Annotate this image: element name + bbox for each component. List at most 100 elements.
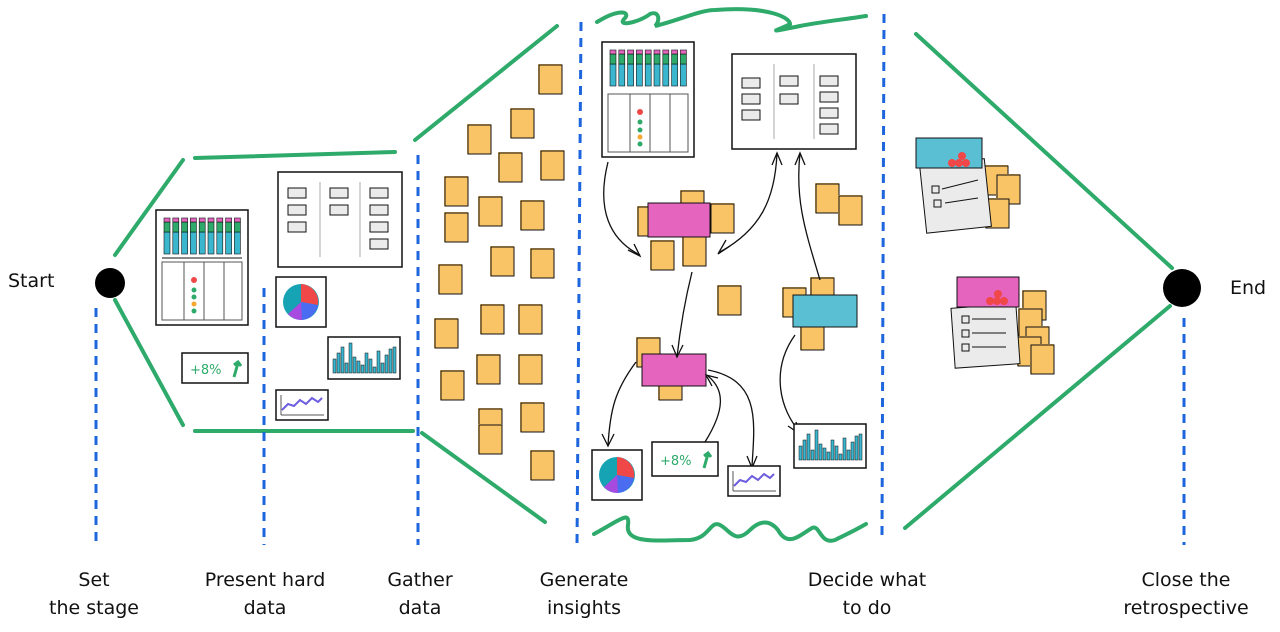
stage-label-generate-insights: Generate insights: [539, 569, 629, 619]
bar-chart-card: [327, 336, 401, 380]
stacked-bar: [671, 49, 678, 87]
stage-label-gather-data: Gather data: [387, 569, 453, 619]
mini-bar: [806, 433, 811, 461]
outline-segment: [193, 150, 397, 160]
pie-chart-card: [275, 276, 327, 328]
stage-label-decide-what-to-do: Decide what to do: [807, 569, 927, 619]
insight-cluster-1: [636, 189, 735, 271]
dashboard-panel-2: [601, 41, 695, 158]
mini-bar: [368, 358, 373, 374]
mini-bar: [830, 439, 835, 461]
dashboard-panel: [155, 209, 249, 326]
sticky-note: [517, 353, 543, 385]
sticky-note: [443, 211, 469, 243]
mini-bar: [850, 441, 855, 461]
mini-bar: [818, 443, 823, 461]
mini-bar: [332, 358, 337, 374]
wavy-top: [595, 7, 868, 33]
sticky-note: [477, 423, 503, 455]
pie-chart-card-2: [591, 449, 643, 501]
wavy-bottom: [592, 515, 868, 543]
stacked-bar: [644, 49, 652, 87]
mini-bar: [810, 449, 815, 461]
mini-bar: [372, 366, 377, 374]
insight-cluster-2: [635, 336, 707, 401]
mini-bar: [388, 348, 393, 374]
kanban-board: [277, 171, 403, 268]
mini-bar: [356, 360, 361, 374]
stacked-bar: [662, 49, 670, 87]
kpi-value: +8%: [660, 454, 692, 469]
mini-bar: [360, 364, 365, 374]
kpi-value: +8%: [190, 363, 222, 378]
sticky-note: [439, 369, 465, 401]
kanban-board-2: [731, 53, 857, 150]
action-item-card-2: [950, 276, 1055, 375]
sticky-note: [539, 149, 565, 181]
stacked-bar: [636, 49, 643, 87]
sticky-note: [466, 123, 492, 155]
stacked-bar: [181, 217, 188, 255]
mini-bar: [352, 356, 357, 374]
mini-bar: [838, 453, 843, 461]
mini-bar: [858, 433, 863, 461]
sticky-note: [716, 284, 742, 316]
sticky-note: [837, 194, 863, 226]
stage-label-set-the-stage: Set the stage: [49, 569, 139, 619]
retrospective-diagram: +8% +8%: [94, 7, 1201, 546]
divider-decide-what-to-do: [880, 13, 886, 536]
stacked-bar: [172, 217, 180, 255]
mini-bar: [826, 451, 831, 461]
stacked-bar: [609, 49, 617, 87]
stage-label-present-hard-data: Present hard data: [204, 569, 326, 619]
stacked-bar: [190, 217, 197, 255]
mini-bar: [798, 445, 803, 461]
sticky-notes-gather: [433, 63, 565, 481]
stacked-bar: [198, 217, 206, 255]
stacked-bar: [234, 217, 241, 255]
outline-segment: [413, 24, 559, 142]
sticky-note: [479, 303, 505, 335]
start-node: [95, 268, 125, 298]
sticky-note: [433, 317, 459, 349]
mini-bar: [814, 429, 819, 461]
sticky-note: [529, 449, 555, 481]
stacked-bar: [216, 217, 224, 255]
action-item-card-1: [915, 137, 1021, 234]
stacked-bar: [627, 49, 634, 87]
sticky-note: [529, 247, 555, 279]
sticky-note: [814, 182, 840, 214]
divider-generate-insights: [575, 21, 583, 546]
mini-bar: [348, 342, 353, 374]
mini-bar: [392, 346, 397, 374]
sticky-note: [489, 245, 515, 277]
sticky-note: [519, 401, 545, 433]
sticky-note: [437, 263, 463, 295]
mini-bar: [380, 362, 385, 374]
mini-bar: [802, 439, 807, 461]
stacked-bar: [207, 217, 215, 255]
mini-bar: [846, 449, 851, 461]
stacked-bar: [225, 217, 232, 255]
mini-bar: [842, 437, 847, 461]
end-node: [1163, 269, 1201, 307]
sticky-note: [517, 303, 543, 335]
mini-bar: [376, 350, 381, 374]
sticky-note: [475, 353, 501, 385]
mini-bar: [384, 354, 389, 374]
sticky-note: [519, 199, 545, 231]
line-chart-card: [275, 389, 329, 421]
action-cluster: [781, 276, 858, 351]
mini-bar: [344, 362, 349, 374]
stacked-bar: [653, 49, 661, 87]
stacked-bar: [163, 217, 171, 255]
bar-chart-card-2: [793, 423, 867, 469]
mini-bar: [364, 352, 369, 374]
sticky-note: [537, 63, 563, 95]
mini-bar: [854, 435, 859, 461]
kpi-card: +8%: [181, 352, 249, 384]
mini-bar: [822, 447, 827, 461]
kpi-card: +8%: [651, 441, 719, 477]
stage-label-close-the-retrospective: Close the retrospective: [1123, 569, 1249, 619]
sticky-note: [443, 175, 469, 207]
